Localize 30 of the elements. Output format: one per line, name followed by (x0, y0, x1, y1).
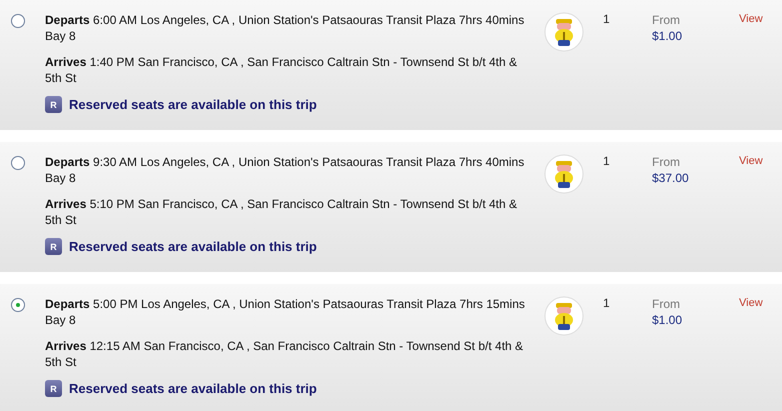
departure-text: Departs 6:00 AM Los Angeles, CA , Union Station's Patsaouras Transit Plaza 7hrs 40mins Bay 8 (45, 12, 526, 44)
departure-text: Departs 9:30 AM Los Angeles, CA , Union Station's Patsaouras Transit Plaza 7hrs 40mins Bay 8 (45, 154, 526, 186)
price-label: From (652, 154, 681, 170)
reserved-badge: R (45, 96, 62, 113)
reserved-badge: R (45, 238, 62, 255)
view-link[interactable]: View (739, 12, 763, 26)
radio-button[interactable] (11, 14, 25, 28)
view-link[interactable]: View (739, 296, 763, 310)
radio-button[interactable] (11, 298, 25, 312)
reserved-notice: Reserved seats are available on this trip (69, 380, 317, 396)
driver-mascot-icon (544, 296, 584, 336)
arrival-text: Arrives 1:40 PM San Francisco, CA , San Francisco Caltrain Stn - Townsend St b/t 4th & 5th St (45, 54, 518, 86)
radio-button[interactable] (11, 156, 25, 170)
price: $1.00 (652, 28, 684, 44)
seat-count: 1 (603, 154, 611, 168)
price: $37.00 (652, 170, 690, 186)
view-link[interactable]: View (739, 154, 763, 168)
arrival-text: Arrives 5:10 PM San Francisco, CA , San Francisco Caltrain Stn - Townsend St b/t 4th & 5th St (45, 196, 518, 228)
price-label: From (652, 296, 681, 312)
seat-count: 1 (603, 296, 611, 310)
reserved-badge: R (45, 380, 62, 397)
seat-count: 1 (603, 12, 611, 26)
price: $1.00 (652, 312, 684, 328)
departure-text: Departs 5:00 PM Los Angeles, CA , Union Station's Patsaouras Transit Plaza 7hrs 15mins Bay 8 (45, 296, 526, 328)
arrival-text: Arrives 12:15 AM San Francisco, CA , San Francisco Caltrain Stn - Townsend St b/t 4th & 5th St (45, 338, 524, 370)
reserved-notice: Reserved seats are available on this trip (69, 96, 317, 112)
driver-mascot-icon (544, 12, 584, 52)
price-label: From (652, 12, 681, 28)
driver-mascot-icon (544, 154, 584, 194)
reserved-notice: Reserved seats are available on this trip (69, 238, 317, 254)
